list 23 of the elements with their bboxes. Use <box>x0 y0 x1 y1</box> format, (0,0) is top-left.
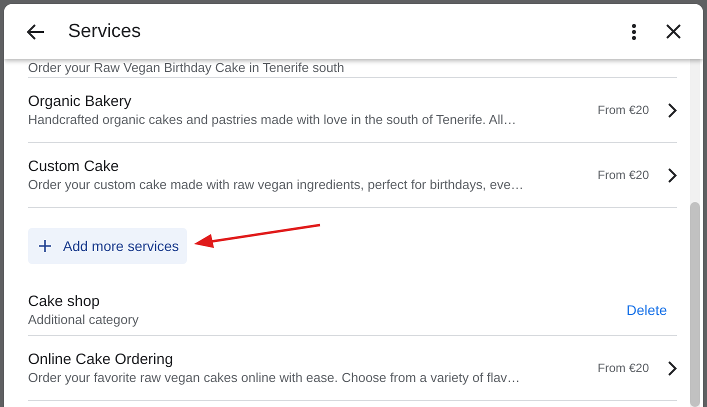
chevron-right-icon[interactable] <box>668 168 677 182</box>
chevron-right-icon[interactable] <box>668 102 677 118</box>
service-price: From €20 <box>598 103 649 117</box>
category-name: Cake shop <box>28 293 101 310</box>
plus-icon <box>39 240 51 252</box>
close-icon[interactable] <box>666 24 681 39</box>
service-description: Order your favorite raw vegan cakes online with ease. Choose from a variety of flav… <box>28 370 522 385</box>
more-options-icon[interactable] <box>632 24 636 40</box>
service-name: Custom Cake <box>28 158 120 175</box>
scrollbar-thumb[interactable] <box>690 202 700 407</box>
service-name: Organic Bakery <box>28 93 132 110</box>
service-description: Order your custom cake made with raw vegan ingredients, perfect for birthdays, eve… <box>28 177 525 192</box>
category-subtitle: Additional category <box>28 312 140 327</box>
service-description: Order your Raw Vegan Birthday Cake in Tenerife south <box>28 59 677 78</box>
service-price: From €20 <box>598 168 649 182</box>
back-icon[interactable] <box>27 24 45 40</box>
service-description: Handcrafted organic cakes and pastries made with love in the south of Tenerife. All… <box>28 112 518 127</box>
add-services-button[interactable]: Add more services <box>28 228 187 264</box>
delete-link[interactable]: Delete <box>626 302 667 318</box>
dialog-title: Services <box>68 20 142 42</box>
service-price: From €20 <box>598 361 649 375</box>
service-name: Online Cake Ordering <box>28 351 174 368</box>
chevron-right-icon[interactable] <box>668 360 677 376</box>
